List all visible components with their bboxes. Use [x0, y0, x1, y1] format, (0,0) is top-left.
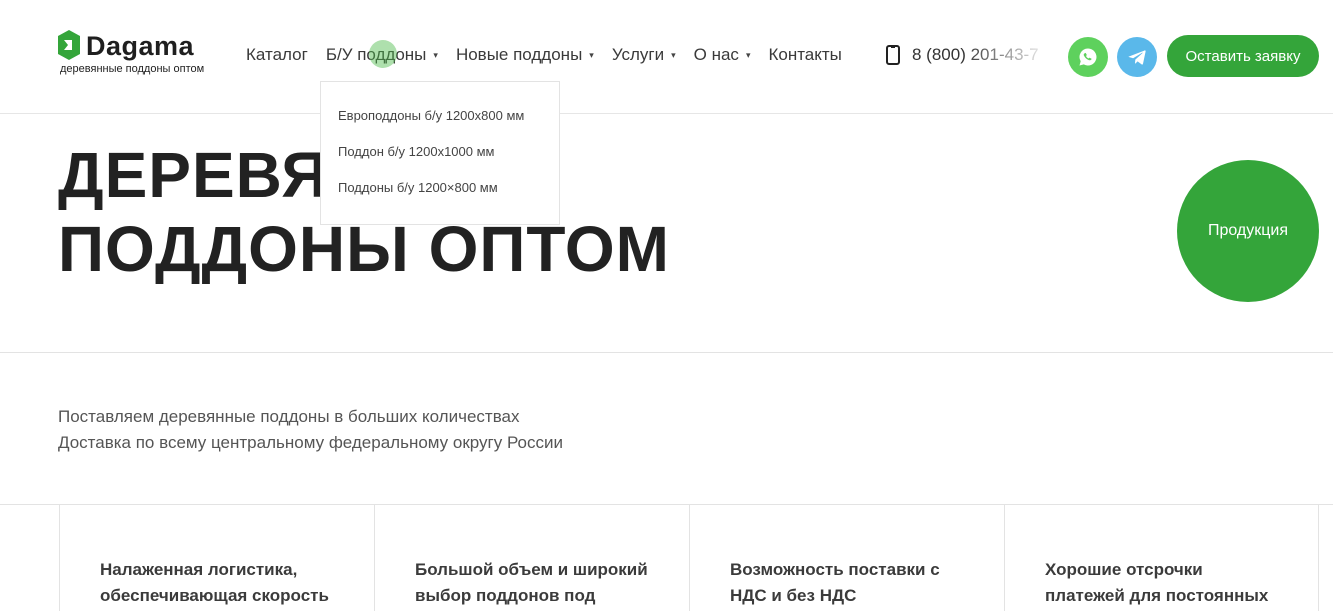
telegram-button[interactable]	[1117, 37, 1157, 77]
nav-item-label: О нас	[693, 45, 739, 64]
feature-card: Хорошие отсрочки платежей для постоянных	[1004, 505, 1319, 611]
brand-name: Dagama	[86, 31, 195, 61]
logo[interactable]: Dagama деревянные поддоны оптом	[58, 30, 218, 76]
products-button[interactable]: Продукция	[1177, 160, 1319, 302]
nav-item-label: Контакты	[768, 45, 842, 64]
feature-text: платежей для постоянных	[1045, 586, 1269, 605]
subtitle-line-1: Поставляем деревянные поддоны в больших …	[58, 407, 520, 426]
feature-text: Налаженная логистика,	[100, 560, 298, 579]
features-grid: Налаженная логистика, обеспечивающая ско…	[59, 505, 1319, 611]
nav-item-label: Услуги	[611, 45, 665, 64]
telegram-icon	[1128, 50, 1146, 65]
nav-item-label: Каталог	[246, 45, 308, 64]
caret-down-icon: ▾	[433, 49, 438, 60]
feature-text: Большой объем и широкий	[415, 560, 648, 579]
site-header: Dagama деревянные поддоны оптом Каталог …	[0, 0, 1333, 114]
cursor-hover-indicator	[369, 40, 397, 68]
dropdown-item-pallet-1200x1000[interactable]: Поддон б/у 1200х1000 мм	[321, 140, 559, 176]
mobile-phone-icon	[886, 45, 900, 65]
feature-text: НДС и без НДС	[730, 586, 857, 605]
main-nav: Каталог Б/У поддоны ▾ Новые поддоны ▾ Ус…	[246, 43, 860, 67]
caret-down-icon: ▾	[589, 49, 594, 60]
phone-link[interactable]: 8 (800) 201-43-7	[886, 43, 1044, 67]
whatsapp-icon	[1079, 48, 1097, 66]
feature-text: Возможность поставки с	[730, 560, 940, 579]
logo-mark-icon	[58, 30, 80, 60]
used-pallets-dropdown: Европоддоны б/у 1200х800 мм Поддон б/у 1…	[320, 81, 560, 225]
nav-item-services[interactable]: Услуги ▾	[612, 45, 676, 65]
phone-number: 8 (800) 201-43-7	[912, 45, 1039, 64]
nav-item-new-pallets[interactable]: Новые поддоны ▾	[456, 45, 594, 65]
section-divider	[0, 352, 1333, 353]
hero-subtitle: Поставляем деревянные поддоны в больших …	[58, 404, 563, 456]
caret-down-icon: ▾	[745, 49, 751, 60]
dropdown-item-pallets-1200x800[interactable]: Поддоны б/у 1200×800 мм	[321, 176, 559, 212]
caret-down-icon: ▾	[671, 49, 676, 60]
whatsapp-button[interactable]	[1068, 37, 1108, 77]
dropdown-item-euro-pallets[interactable]: Европоддоны б/у 1200х800 мм	[321, 104, 559, 140]
nav-item-label: Новые поддоны	[455, 45, 583, 64]
feature-card: Налаженная логистика, обеспечивающая ско…	[59, 505, 374, 611]
nav-item-contacts[interactable]: Контакты	[768, 45, 841, 65]
feature-card: Возможность поставки с НДС и без НДС	[689, 505, 1004, 611]
nav-item-catalog[interactable]: Каталог	[246, 45, 308, 65]
feature-text: Хорошие отсрочки	[1045, 560, 1203, 579]
brand-tagline: деревянные поддоны оптом	[60, 63, 205, 75]
feature-text: выбор поддонов под	[415, 586, 596, 605]
subtitle-line-2: Доставка по всему центральному федеральн…	[58, 433, 564, 452]
nav-item-about[interactable]: О нас ▾	[694, 45, 751, 65]
feature-card: Большой объем и широкий выбор поддонов п…	[374, 505, 689, 611]
feature-text: обеспечивающая скорость	[100, 586, 329, 605]
submit-request-button[interactable]: Оставить заявку	[1167, 35, 1319, 77]
